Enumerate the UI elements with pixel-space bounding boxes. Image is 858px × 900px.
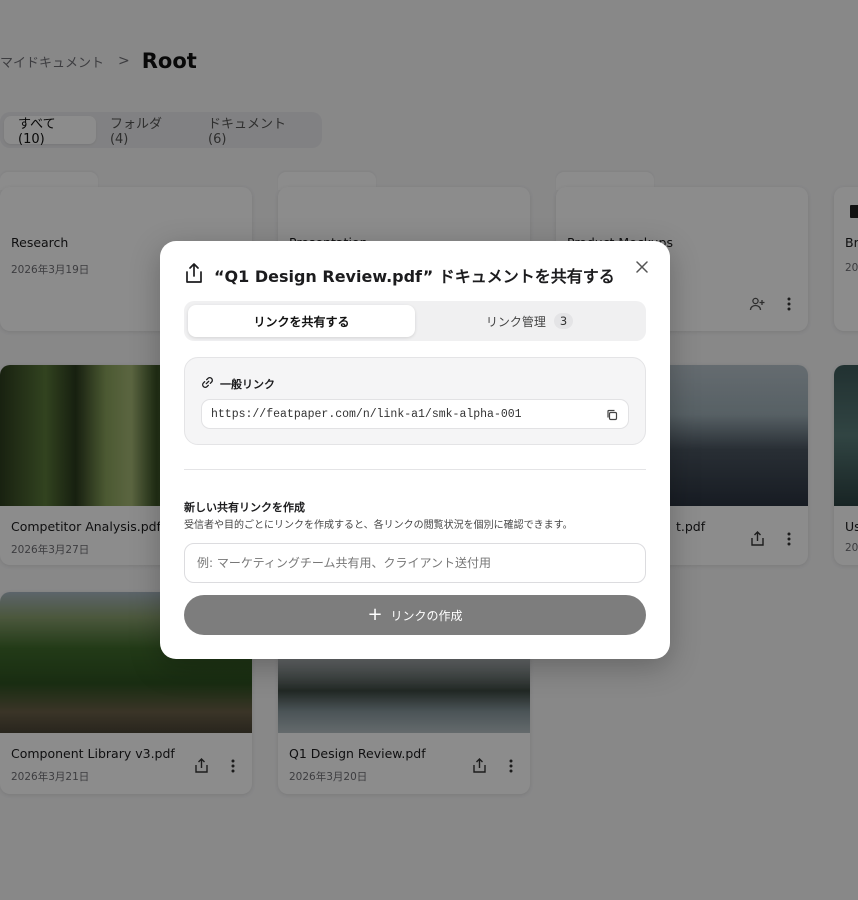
general-link-header: 一般リンク — [201, 374, 275, 393]
copy-icon[interactable] — [604, 407, 620, 423]
dialog-title: “Q1 Design Review.pdf” ドキュメントを共有する — [214, 267, 615, 286]
close-icon[interactable] — [630, 255, 654, 279]
general-link-panel: 一般リンク https://featpaper.com/n/link-a1/sm… — [184, 357, 646, 445]
general-link-url[interactable]: https://featpaper.com/n/link-a1/smk-alph… — [211, 408, 522, 421]
new-link-title: 新しい共有リンクを作成 — [184, 501, 305, 514]
share-icon — [184, 262, 204, 288]
plus-icon: + — [367, 604, 383, 625]
link-name-input[interactable] — [184, 543, 646, 583]
share-tabs: リンクを共有する リンク管理 3 — [184, 301, 646, 341]
tab-link-management[interactable]: リンク管理 3 — [417, 305, 642, 337]
create-link-button[interactable]: + リンクの作成 — [184, 595, 646, 635]
tab-share-link[interactable]: リンクを共有する — [188, 305, 415, 337]
create-link-label: リンクの作成 — [390, 608, 463, 623]
share-dialog: “Q1 Design Review.pdf” ドキュメントを共有する リンクを共… — [160, 241, 670, 659]
new-link-description: 受信者や目的ごとにリンクを作成すると、各リンクの閲覧状況を個別に確認できます。 — [184, 520, 573, 531]
divider — [184, 469, 646, 470]
tab-label: リンク管理 — [485, 314, 546, 329]
count-badge: 3 — [553, 313, 574, 329]
dialog-header: “Q1 Design Review.pdf” ドキュメントを共有する — [184, 263, 615, 287]
link-icon — [201, 374, 214, 393]
general-link-label: 一般リンク — [220, 377, 275, 391]
general-link-field[interactable]: https://featpaper.com/n/link-a1/smk-alph… — [201, 399, 629, 429]
